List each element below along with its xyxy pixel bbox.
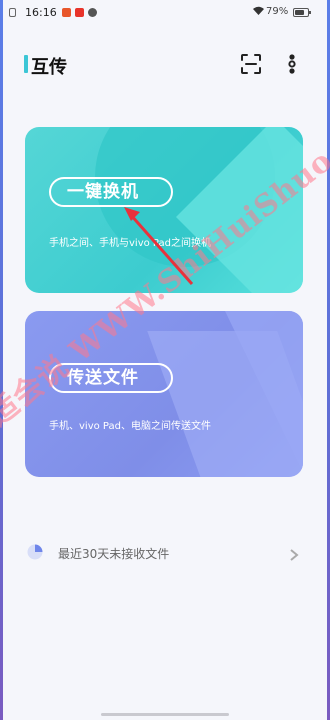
home-indicator: [101, 713, 229, 716]
recent-files-row[interactable]: 最近30天未接收文件: [25, 540, 305, 566]
status-time: 16:16: [25, 6, 57, 19]
sim-icon: [9, 8, 16, 17]
pie-icon: [27, 544, 43, 560]
app-header: 互传: [3, 44, 327, 84]
file-transfer-description: 手机、vivo Pad、电脑之间传送文件: [49, 421, 211, 432]
notification-icon-3: [88, 8, 97, 17]
scan-icon[interactable]: [240, 53, 262, 75]
battery-icon: [293, 8, 311, 17]
status-bar: 16:16 79%: [3, 0, 327, 26]
more-vertical-icon[interactable]: [282, 52, 302, 76]
title-accent-bar: [24, 55, 28, 73]
card-decoration: [165, 311, 303, 477]
battery-percent: 79%: [266, 6, 289, 17]
page-title: 互传: [31, 57, 67, 78]
notification-icon-1: [62, 8, 71, 17]
wifi-icon: [253, 6, 264, 18]
notification-icon-2: [75, 8, 84, 17]
recent-files-label: 最近30天未接收文件: [58, 547, 170, 561]
chevron-right-icon[interactable]: [289, 546, 299, 561]
phone-clone-button[interactable]: 一键换机: [49, 177, 173, 207]
